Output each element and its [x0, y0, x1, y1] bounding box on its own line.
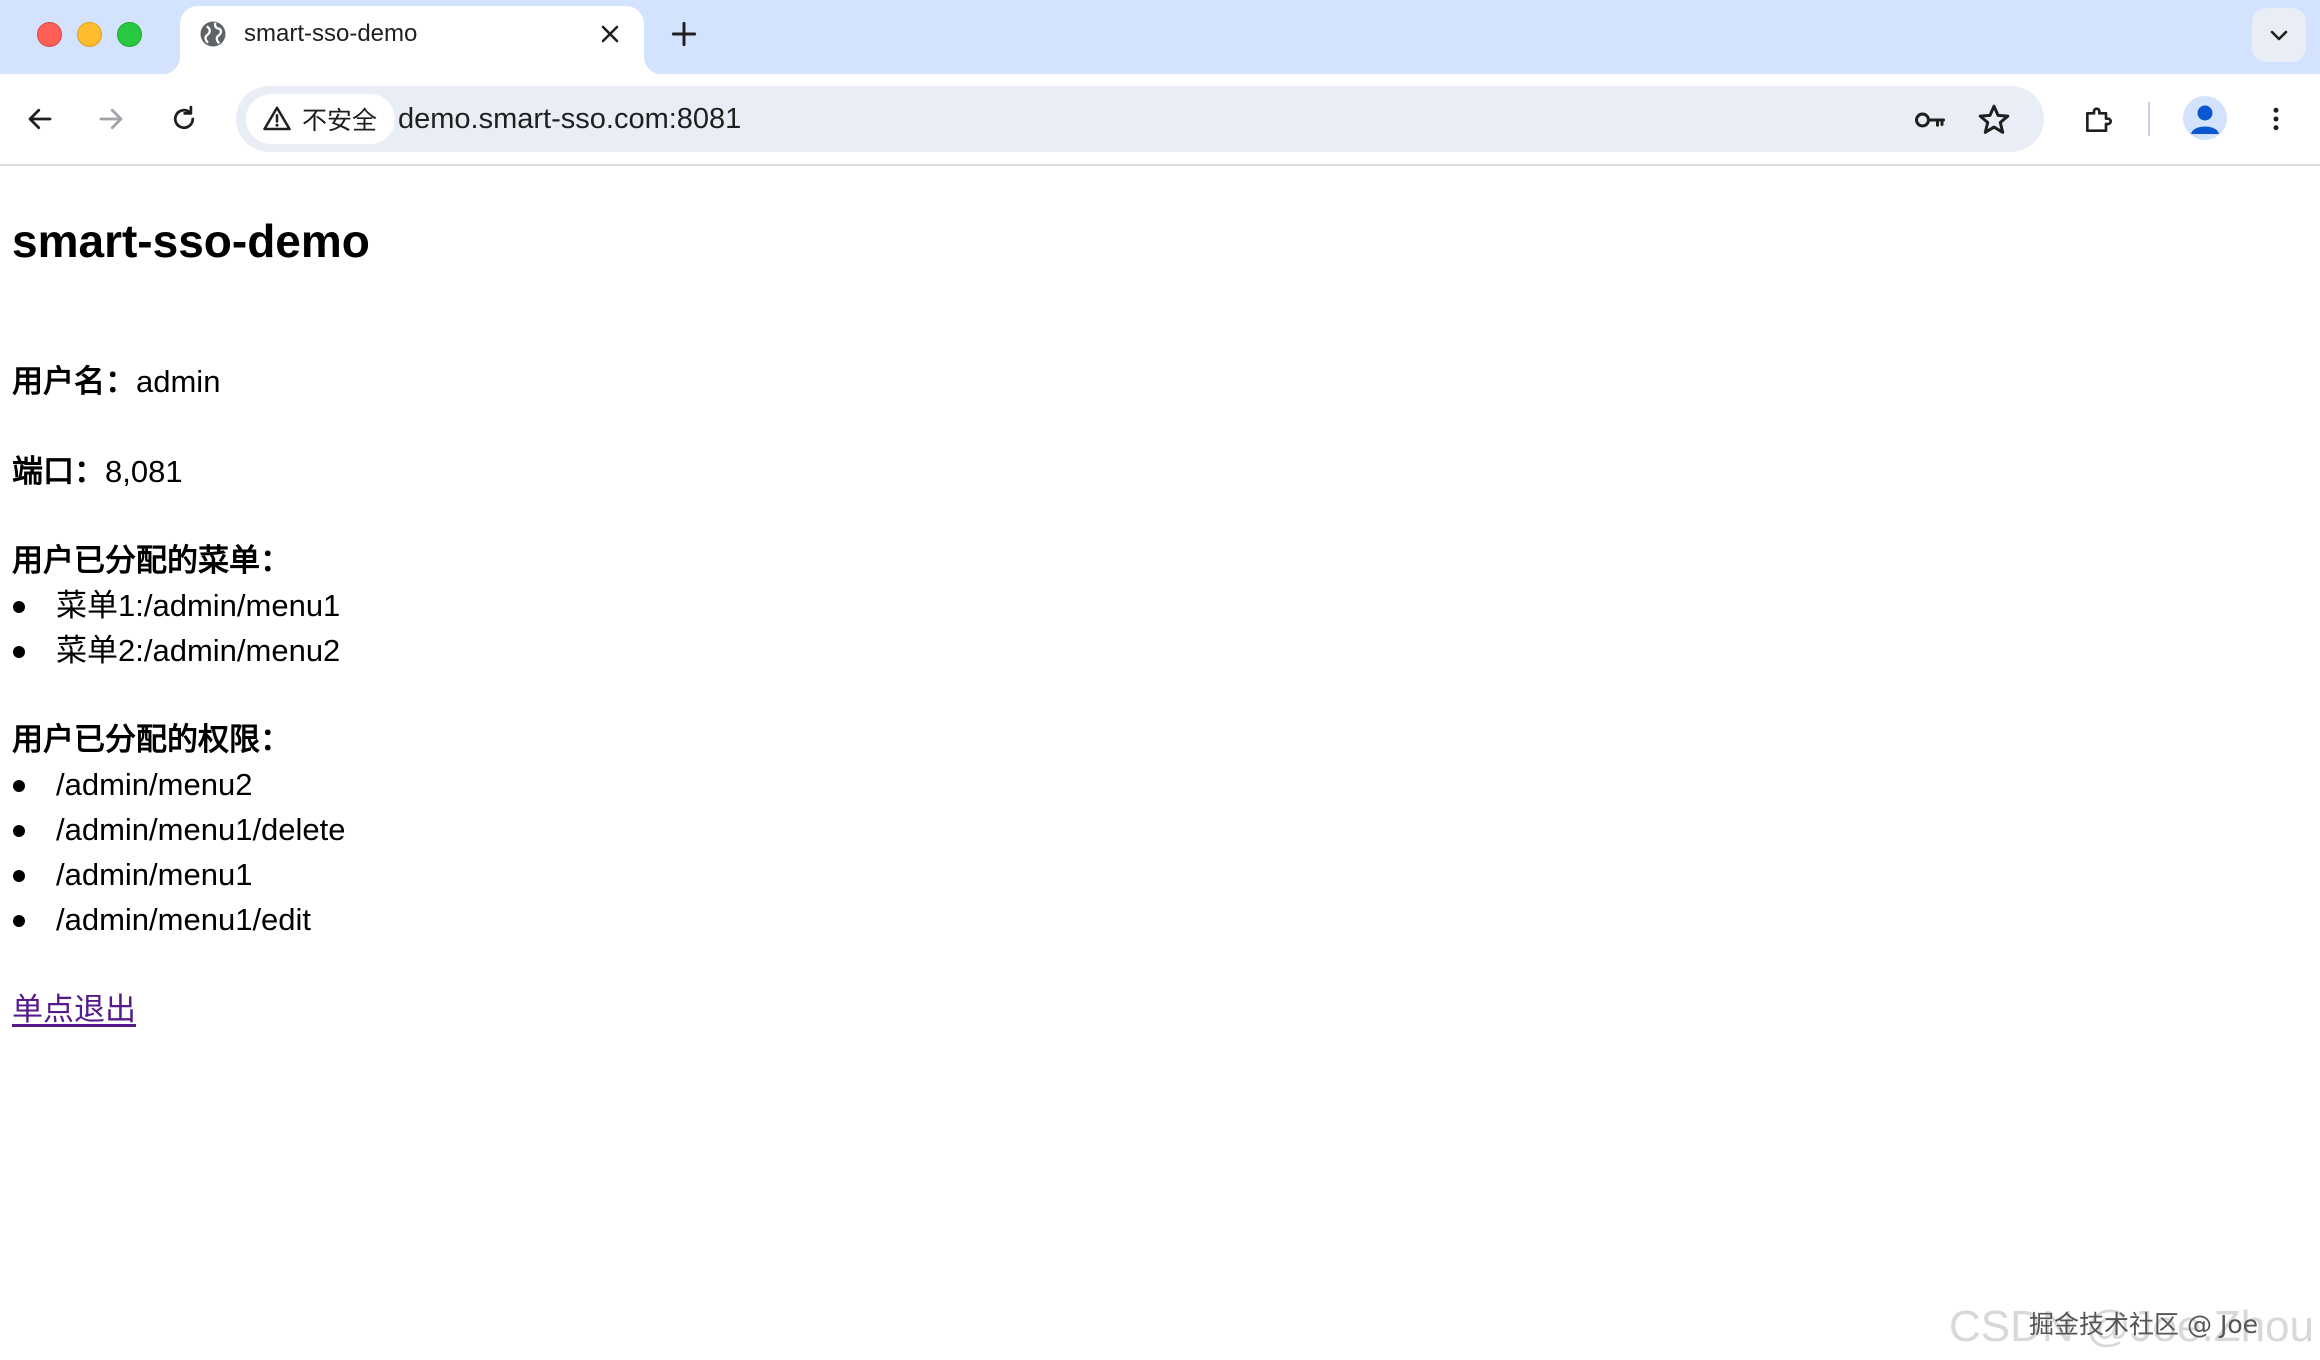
- reload-icon: [173, 105, 195, 130]
- address-bar[interactable]: 不安全 demo.smart-sso.com:8081: [236, 86, 2044, 152]
- close-tab-icon[interactable]: [598, 22, 622, 46]
- new-tab-icon[interactable]: [668, 18, 700, 50]
- username-label: 用户名：: [12, 364, 136, 400]
- key-icon[interactable]: [1912, 102, 1948, 138]
- tab-strip: smart-sso-demo: [0, 0, 2320, 74]
- menus-heading: 用户已分配的菜单：: [12, 541, 291, 581]
- zoom-window-button[interactable]: [117, 22, 142, 47]
- port-label: 端口：: [12, 454, 105, 490]
- reload-button[interactable]: [159, 94, 209, 144]
- watermark-front-text: 掘金技术社区 @ Joe: [2029, 1310, 2258, 1339]
- globe-icon: [200, 21, 226, 47]
- toolbar-divider: [2148, 102, 2150, 136]
- close-window-button[interactable]: [37, 22, 62, 47]
- permissions-heading: 用户已分配的权限：: [12, 720, 291, 760]
- arrow-left-icon: [28, 108, 52, 130]
- bullet-dot: [13, 870, 25, 882]
- menu-item-text: 菜单1:/admin/menu1: [56, 588, 341, 623]
- person-icon: [2191, 105, 2219, 134]
- username-value: admin: [136, 364, 221, 399]
- back-button[interactable]: [15, 94, 65, 144]
- page-title: smart-sso-demo: [12, 215, 370, 267]
- permissions-heading-text: 用户已分配的权限：: [12, 722, 291, 758]
- browser-menu-button[interactable]: [2251, 94, 2301, 144]
- warning-icon: [263, 106, 291, 131]
- bookmark-star-icon[interactable]: [1976, 102, 2012, 138]
- puzzle-icon: [2086, 107, 2112, 132]
- permission-item-text: /admin/menu1/edit: [56, 902, 312, 937]
- forward-button[interactable]: [86, 94, 136, 144]
- tab-search-button[interactable]: [2252, 8, 2306, 62]
- more-vertical-icon: [2273, 107, 2279, 131]
- tab-title: smart-sso-demo: [244, 20, 418, 47]
- arrow-right-icon: [99, 108, 123, 130]
- port-row: 端口：8,081: [12, 452, 183, 492]
- bullet-dot: [13, 646, 25, 658]
- profile-avatar[interactable]: [2183, 96, 2227, 140]
- browser-tab[interactable]: smart-sso-demo: [162, 6, 662, 74]
- minimize-window-button[interactable]: [77, 22, 102, 47]
- security-label: 不安全: [302, 106, 378, 135]
- chevron-down-icon: [2270, 30, 2288, 41]
- permission-item-text: /admin/menu2: [56, 767, 253, 802]
- bullet-dot: [13, 780, 25, 792]
- username-row: 用户名：admin: [12, 362, 220, 402]
- port-value: 8,081: [105, 454, 183, 489]
- bullet-dot: [13, 825, 25, 837]
- watermark: CSDN @Joe.Zhou 掘金技术社区 @ Joe: [1949, 1296, 2314, 1352]
- bullet-dot: [13, 915, 25, 927]
- browser-toolbar: 不安全 demo.smart-sso.com:8081: [0, 74, 2320, 166]
- menus-heading-text: 用户已分配的菜单：: [12, 543, 291, 579]
- menu-item-text: 菜单2:/admin/menu2: [56, 633, 341, 668]
- permission-item-text: /admin/menu1/delete: [56, 812, 346, 847]
- bullet-dot: [13, 601, 25, 613]
- url-text[interactable]: demo.smart-sso.com:8081: [398, 86, 741, 152]
- extensions-button[interactable]: [2072, 94, 2122, 144]
- permission-item-text: /admin/menu1: [56, 857, 253, 892]
- sso-logout-link[interactable]: 单点退出: [12, 990, 136, 1030]
- page-content: smart-sso-demo 用户名：admin 端口：8,081 用户已分配的…: [0, 168, 2320, 1360]
